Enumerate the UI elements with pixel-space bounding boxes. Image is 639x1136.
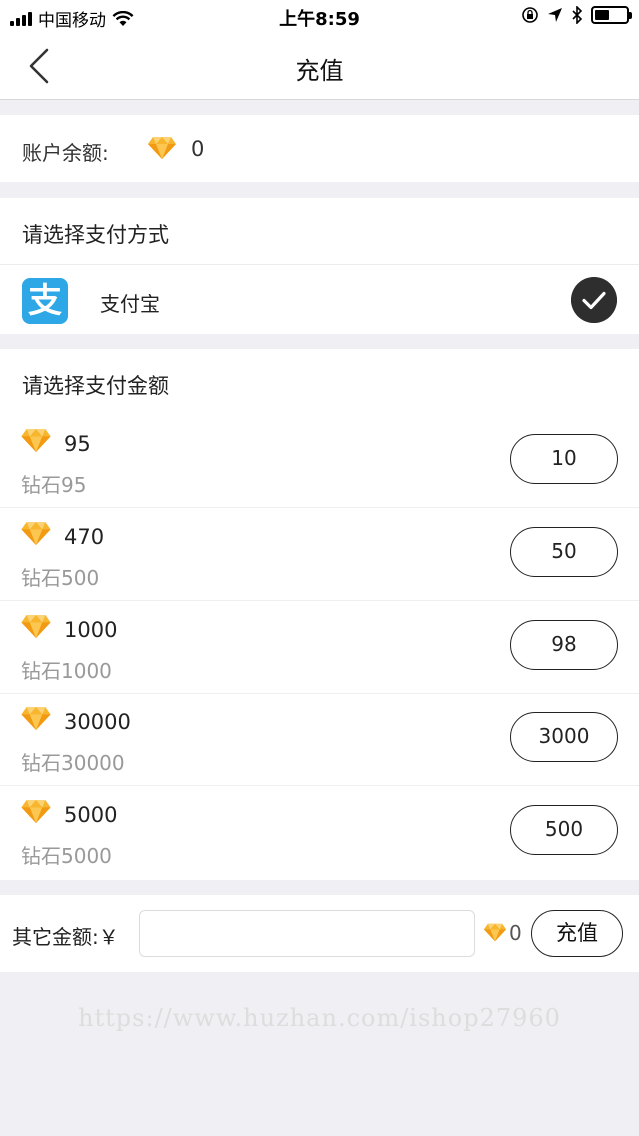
- diamond-icon: [483, 923, 507, 942]
- location-icon: [548, 8, 562, 22]
- amount-option-row[interactable]: 5000 钻石5000 500: [0, 787, 639, 879]
- price-button[interactable]: 50: [510, 526, 618, 577]
- battery-icon: [591, 6, 632, 24]
- diamond-description: 钻石95: [21, 473, 87, 497]
- bluetooth-icon: [572, 6, 583, 24]
- price-button[interactable]: 98: [510, 619, 618, 670]
- price-button[interactable]: 10: [510, 434, 618, 484]
- amount-option-row[interactable]: 95 钻石95 10: [0, 416, 639, 508]
- price-button[interactable]: 3000: [510, 712, 618, 763]
- price-button[interactable]: 500: [510, 805, 618, 856]
- payment-method-section: 请选择支付方式 支 支付宝: [0, 198, 639, 334]
- nav-bar: 充值: [0, 32, 639, 100]
- amount-section: 请选择支付金额 95 钻石95 10 470 钻石500 50 1000 钻石1000 98 30…: [0, 349, 639, 880]
- diamond-icon: [20, 799, 52, 828]
- diamond-amount: 5000: [64, 803, 118, 828]
- diamond-icon: [20, 521, 52, 550]
- diamond-amount: 30000: [64, 710, 131, 735]
- rotation-lock-icon: [522, 7, 538, 23]
- diamond-description: 钻石1000: [21, 658, 112, 683]
- diamond-icon: [148, 137, 176, 159]
- divider: [0, 264, 639, 265]
- balance-section: 账户余额: 0: [0, 115, 639, 182]
- diamond-icon: [20, 428, 52, 457]
- other-amount-label: 其它金额:￥: [12, 925, 119, 949]
- diamond-amount: 470: [64, 524, 105, 549]
- balance-value: 0: [191, 137, 205, 161]
- status-right: [521, 6, 632, 24]
- diamond-description: 钻石30000: [21, 751, 125, 776]
- recharge-button[interactable]: 充值: [531, 910, 623, 957]
- amount-option-row[interactable]: 470 钻石500 50: [0, 509, 639, 601]
- alipay-label[interactable]: 支付宝: [100, 288, 160, 317]
- diamond-amount: 95: [64, 432, 91, 456]
- amount-option-row[interactable]: 30000 钻石30000 3000: [0, 694, 639, 787]
- status-bar: 中国移动 上午8:59: [0, 0, 639, 32]
- page-title: 充值: [295, 57, 344, 85]
- diamond-description: 钻石5000: [21, 844, 112, 869]
- diamond-description: 钻石500: [21, 565, 100, 590]
- other-diamond-value: 0: [509, 921, 522, 945]
- alipay-icon[interactable]: 支: [22, 278, 68, 324]
- other-amount-section: 其它金额:￥ 0 充值: [0, 895, 639, 972]
- payment-method-heading: 请选择支付方式: [22, 223, 169, 247]
- diamond-icon: [20, 706, 52, 735]
- amount-option-row[interactable]: 1000 钻石1000 98: [0, 602, 639, 694]
- diamond-amount: 1000: [64, 617, 118, 642]
- diamond-icon: [20, 614, 52, 643]
- watermark: https://www.huzhan.com/ishop27960: [78, 1004, 561, 1032]
- balance-label: 账户余额:: [22, 141, 109, 165]
- check-circle-icon[interactable]: [571, 277, 617, 323]
- amount-heading: 请选择支付金额: [22, 374, 169, 398]
- other-amount-input[interactable]: [139, 910, 475, 957]
